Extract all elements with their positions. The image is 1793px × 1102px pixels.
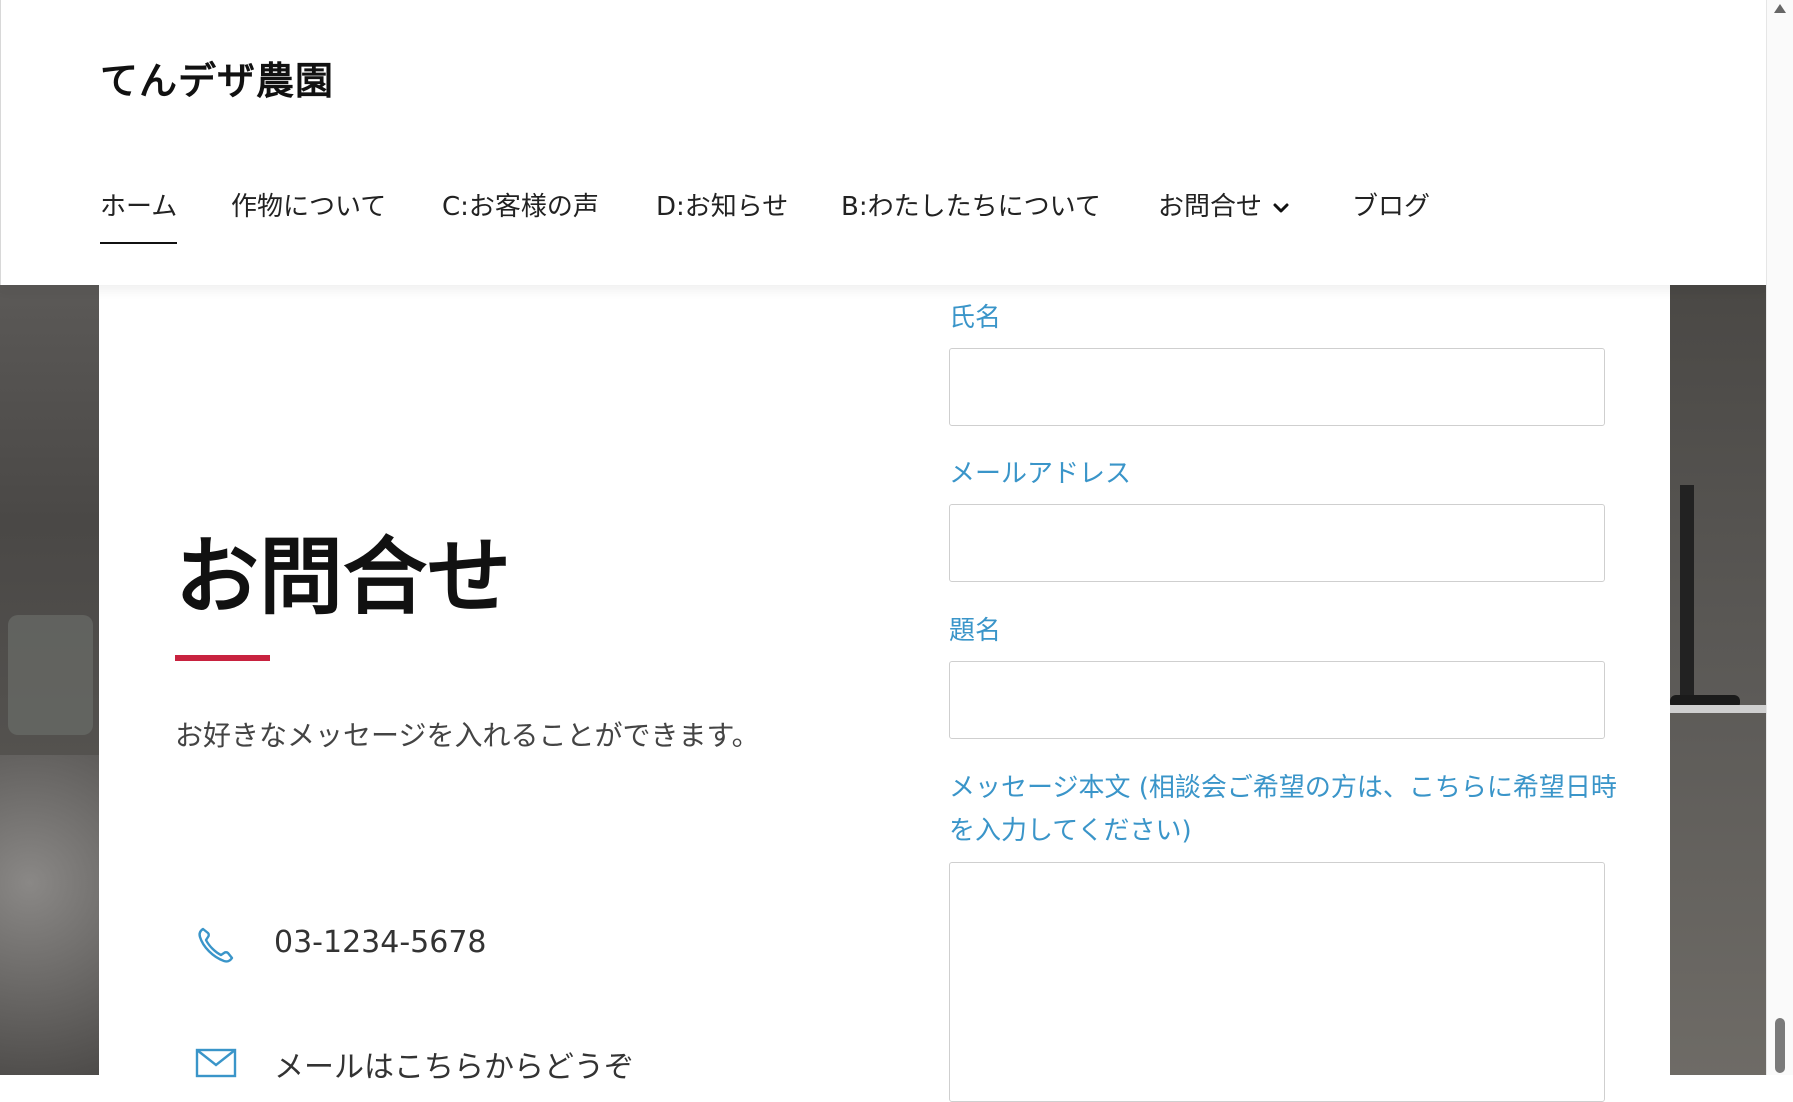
contact-section: お問合せ お好きなメッセージを入れることができます。 03-1234-5678 … bbox=[99, 285, 1670, 1102]
phone-icon bbox=[198, 927, 234, 963]
site-header: てんデザ農園 ホーム 作物について C:お客様の声 D:お知らせ B:わたしたち… bbox=[0, 0, 1767, 285]
email-field[interactable] bbox=[949, 504, 1605, 582]
subject-label: 題名 bbox=[949, 616, 1002, 646]
vertical-scrollbar[interactable] bbox=[1766, 0, 1793, 1075]
phone-number[interactable]: 03-1234-5678 bbox=[274, 925, 487, 960]
nav-item-crops[interactable]: 作物について bbox=[231, 186, 386, 242]
page-title: お問合せ bbox=[175, 528, 512, 626]
nav-item-contact[interactable]: お問合せ bbox=[1158, 186, 1290, 242]
name-field[interactable] bbox=[949, 348, 1605, 426]
subject-field[interactable] bbox=[949, 661, 1605, 739]
message-label: メッセージ本文 (相談会ご希望の方は、こちらに希望日時を入力してください) bbox=[949, 773, 1617, 846]
email-label: メールアドレス bbox=[949, 459, 1132, 489]
scroll-up-arrow-icon[interactable] bbox=[1773, 2, 1787, 14]
nav-item-voices[interactable]: C:お客様の声 bbox=[442, 186, 599, 242]
nav-item-contact-label: お問合せ bbox=[1158, 192, 1263, 222]
message-field[interactable] bbox=[949, 862, 1605, 1102]
intro-text: お好きなメッセージを入れることができます。 bbox=[175, 719, 760, 752]
name-label: 氏名 bbox=[949, 303, 1002, 333]
nav-item-news[interactable]: D:お知らせ bbox=[656, 186, 788, 242]
nav-item-blog[interactable]: ブログ bbox=[1352, 186, 1430, 242]
scrollbar-thumb[interactable] bbox=[1775, 1018, 1785, 1073]
mail-icon bbox=[195, 1048, 237, 1078]
nav-item-about[interactable]: B:わたしたちについて bbox=[841, 186, 1101, 242]
title-divider bbox=[175, 655, 270, 661]
site-title[interactable]: てんデザ農園 bbox=[100, 50, 334, 105]
chevron-down-icon bbox=[1273, 203, 1289, 212]
nav-item-home[interactable]: ホーム bbox=[100, 186, 178, 244]
mail-link[interactable]: メールはこちらからどうぞ bbox=[274, 1042, 634, 1086]
